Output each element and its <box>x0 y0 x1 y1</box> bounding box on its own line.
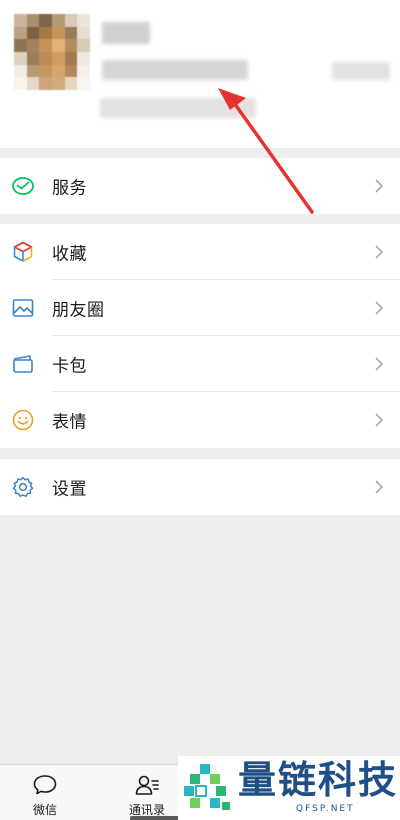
services-group: 服务 <box>0 158 400 214</box>
qr-code-blurred[interactable] <box>332 62 390 80</box>
gear-icon <box>11 475 35 499</box>
status-blurred[interactable] <box>100 98 256 118</box>
watermark-subtext: QFSP.NET <box>296 804 355 814</box>
menu-item-label: 设置 <box>52 479 87 500</box>
menu-item-cards[interactable]: 卡包 <box>0 336 400 392</box>
smiley-icon <box>11 408 35 432</box>
cube-icon <box>11 240 35 264</box>
settings-group: 设置 <box>0 459 400 515</box>
wechat-pay-icon <box>11 174 35 198</box>
contacts-icon <box>135 775 159 795</box>
features-group: 收藏 朋友圈 卡包 表情 <box>0 224 400 448</box>
watermark-text: 量链科技 <box>238 758 399 802</box>
chevron-right-icon <box>375 245 384 259</box>
menu-item-label: 收藏 <box>52 244 87 265</box>
menu-item-label: 朋友圈 <box>52 300 105 321</box>
nickname-blurred <box>102 22 150 44</box>
picture-icon <box>11 296 35 320</box>
menu-item-stickers[interactable]: 表情 <box>0 392 400 448</box>
chat-bubble-icon <box>33 775 57 795</box>
profile-header[interactable] <box>0 0 400 148</box>
menu-item-collections[interactable]: 收藏 <box>0 224 400 280</box>
chevron-right-icon <box>375 413 384 427</box>
menu-item-label: 卡包 <box>52 356 87 377</box>
wechat-id-blurred <box>102 60 248 80</box>
tab-label: 微信 <box>32 803 57 817</box>
menu-item-label: 服务 <box>52 178 87 199</box>
tab-chats[interactable]: 微信 <box>0 765 95 820</box>
chevron-right-icon <box>375 357 384 371</box>
menu-item-services[interactable]: 服务 <box>0 158 400 214</box>
chevron-right-icon <box>375 480 384 494</box>
menu-item-moments[interactable]: 朋友圈 <box>0 280 400 336</box>
watermark-logo-icon <box>184 764 230 810</box>
chevron-right-icon <box>375 179 384 193</box>
chevron-right-icon <box>375 301 384 315</box>
menu-item-settings[interactable]: 设置 <box>0 459 400 515</box>
wallet-card-icon <box>11 352 35 376</box>
avatar[interactable] <box>14 14 90 90</box>
home-indicator <box>130 816 182 820</box>
menu-item-label: 表情 <box>52 412 87 433</box>
watermark: 量链科技 QFSP.NET <box>178 756 400 820</box>
me-page: 服务 收藏 朋友圈 卡包 表情 设置 微信 通讯录 量链科技 QFSP.NET <box>0 0 400 820</box>
